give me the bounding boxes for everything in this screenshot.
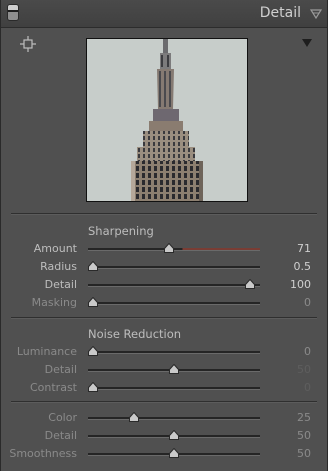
detail-panel: Detail Sharpening Amount 71 Radius 0.5 D…: [0, 0, 328, 471]
slider-value[interactable]: 25: [297, 411, 311, 424]
masking-slider-track[interactable]: [88, 297, 260, 307]
color-detail-slider-track[interactable]: [88, 430, 260, 440]
sharpening-title: Sharpening: [88, 224, 154, 238]
color-detail-slider-row: Detail 50: [1, 428, 327, 444]
slider-label: Contrast: [29, 381, 77, 394]
detail-slider-row: Detail 100: [1, 277, 327, 293]
section-divider: [11, 213, 317, 215]
slider-label: Color: [48, 411, 77, 424]
panel-header[interactable]: Detail: [1, 0, 327, 28]
slider-value[interactable]: 100: [290, 278, 311, 291]
radius-slider-track[interactable]: [88, 261, 260, 271]
smoothness-slider-track[interactable]: [88, 448, 260, 458]
luminance-detail-slider-track[interactable]: [88, 364, 260, 374]
luminance-contrast-slider-track[interactable]: [88, 382, 260, 392]
amount-slider-row: Amount 71: [1, 241, 327, 257]
slider-value[interactable]: 71: [297, 242, 311, 255]
slider-thumb[interactable]: [88, 382, 98, 392]
slider-label: Luminance: [16, 345, 77, 358]
detail-slider-track[interactable]: [88, 279, 260, 289]
slider-thumb[interactable]: [169, 448, 179, 458]
slider-value[interactable]: 0: [304, 296, 311, 309]
slider-label: Detail: [44, 429, 77, 442]
slider-label: Radius: [40, 260, 77, 273]
slider-value[interactable]: 50: [297, 363, 311, 376]
luminance-contrast-slider-row: Contrast 0: [1, 380, 327, 396]
panel-title: Detail: [259, 5, 301, 21]
slider-value[interactable]: 0: [304, 381, 311, 394]
noise-reduction-title: Noise Reduction: [88, 327, 182, 341]
section-divider: [11, 317, 317, 319]
slider-label: Smoothness: [9, 447, 77, 460]
slider-thumb[interactable]: [245, 279, 256, 289]
crosshair-icon[interactable]: [20, 36, 36, 52]
color-slider-track[interactable]: [88, 412, 260, 422]
slider-label: Masking: [31, 296, 77, 309]
slider-thumb[interactable]: [128, 412, 139, 422]
radius-slider-row: Radius 0.5: [1, 259, 327, 275]
slider-label: Detail: [44, 363, 77, 376]
detail-preview-image[interactable]: [86, 38, 248, 202]
masking-slider-row: Masking 0: [1, 295, 327, 311]
smoothness-slider-row: Smoothness 50: [1, 446, 327, 462]
slider-thumb[interactable]: [88, 261, 98, 271]
amount-slider-track[interactable]: [88, 243, 260, 253]
slider-value[interactable]: 0: [304, 345, 311, 358]
slider-value[interactable]: 50: [297, 447, 311, 460]
luminance-detail-slider-row: Detail 50: [1, 362, 327, 378]
slider-thumb[interactable]: [88, 346, 98, 356]
luminance-slider-row: Luminance 0: [1, 344, 327, 360]
slider-label: Detail: [44, 278, 77, 291]
triangle-down-icon[interactable]: [310, 9, 322, 19]
preview-area: [11, 28, 317, 212]
subsection-divider: [11, 401, 317, 403]
color-slider-row: Color 25: [1, 410, 327, 426]
triangle-down-icon[interactable]: [302, 39, 312, 47]
slider-thumb[interactable]: [169, 430, 179, 440]
panel-collapse-icon[interactable]: [8, 5, 18, 20]
slider-label: Amount: [33, 242, 77, 255]
slider-thumb[interactable]: [88, 297, 98, 307]
slider-thumb[interactable]: [169, 364, 179, 374]
luminance-slider-track[interactable]: [88, 346, 260, 356]
slider-value[interactable]: 0.5: [294, 260, 312, 273]
slider-thumb[interactable]: [164, 243, 175, 253]
slider-value[interactable]: 50: [297, 429, 311, 442]
